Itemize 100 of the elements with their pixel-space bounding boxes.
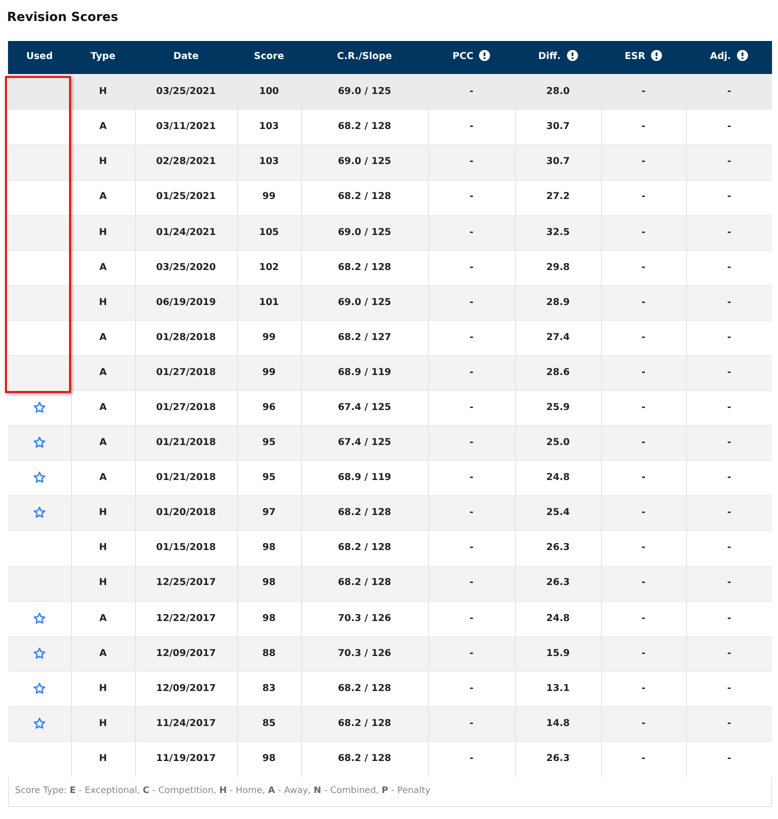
table-cell: H: [71, 706, 135, 742]
table-cell: -: [428, 426, 515, 461]
table-cell: 103: [237, 144, 301, 180]
table-cell: -: [686, 74, 772, 110]
table-cell: -: [428, 496, 515, 531]
table-cell: -: [601, 636, 686, 672]
table-cell: H: [71, 496, 135, 531]
table-cell: H: [71, 215, 135, 250]
table-cell: 25.4: [515, 496, 601, 531]
table-cell: -: [686, 566, 772, 602]
table-cell: H: [71, 566, 135, 602]
info-icon[interactable]: [737, 50, 748, 62]
table-cell: -: [601, 215, 686, 250]
table-cell: -: [601, 356, 686, 391]
table-cell: -: [686, 426, 772, 461]
table-cell: 25.0: [515, 426, 601, 461]
table-cell: 85: [237, 706, 301, 742]
table-cell: H: [71, 74, 135, 110]
table-cell: 99: [237, 356, 301, 391]
table-cell: -: [428, 74, 515, 110]
table-cell: 28.0: [515, 74, 601, 110]
table-cell: 101: [237, 285, 301, 320]
info-icon[interactable]: [479, 50, 490, 62]
table-cell: 11/24/2017: [135, 706, 237, 742]
column-header: ESR: [601, 40, 686, 75]
table-cell: A: [71, 636, 135, 672]
table-cell: 95: [237, 426, 301, 461]
star-icon[interactable]: [32, 436, 46, 450]
table-cell: 68.2 / 128: [301, 496, 428, 531]
table-cell: -: [601, 566, 686, 602]
table-cell: 69.0 / 125: [301, 74, 428, 110]
table-cell: 15.9: [515, 636, 601, 672]
table-cell: 01/27/2018: [135, 356, 237, 391]
column-header: Adj.: [686, 40, 772, 75]
table-cell: 68.9 / 119: [301, 356, 428, 391]
table-cell: H: [71, 742, 135, 777]
table-cell: -: [686, 215, 772, 250]
table-cell: -: [686, 636, 772, 672]
table-cell: 14.8: [515, 706, 601, 742]
table-cell: -: [686, 144, 772, 180]
table-cell: 32.5: [515, 215, 601, 250]
table-cell: -: [686, 706, 772, 742]
column-header: Date: [135, 40, 237, 75]
table-cell: 105: [237, 215, 301, 250]
table-cell: 88: [237, 636, 301, 672]
table-cell: -: [428, 636, 515, 672]
star-icon[interactable]: [32, 716, 46, 730]
star-icon[interactable]: [32, 682, 46, 695]
table-cell: -: [428, 706, 515, 742]
column-header: Score: [237, 40, 301, 75]
star-icon[interactable]: [32, 612, 46, 625]
table-cell: -: [428, 566, 515, 602]
table-cell: 06/19/2019: [135, 285, 237, 320]
info-icon[interactable]: [651, 50, 662, 62]
table-cell: -: [686, 356, 772, 391]
table-cell: 30.7: [515, 144, 601, 180]
table-cell: 28.9: [515, 285, 601, 320]
table-cell: -: [686, 742, 772, 777]
table-cell: 69.0 / 125: [301, 215, 428, 250]
star-icon[interactable]: [32, 471, 46, 484]
star-icon[interactable]: [32, 400, 46, 414]
table-cell: 100: [237, 74, 301, 110]
column-header: Diff.: [515, 40, 601, 75]
table-cell: -: [601, 742, 686, 777]
table-cell: A: [71, 426, 135, 461]
table-cell: -: [601, 706, 686, 742]
table-cell: 98: [237, 566, 301, 602]
table-cell: -: [601, 496, 686, 531]
star-icon[interactable]: [32, 506, 46, 520]
table-cell: 01/21/2018: [135, 426, 237, 461]
star-icon[interactable]: [32, 646, 46, 660]
table-cell: -: [428, 356, 515, 391]
table-cell: 67.4 / 125: [301, 426, 428, 461]
table-cell: 68.2 / 128: [301, 706, 428, 742]
column-header: Type: [71, 40, 135, 75]
table-cell: -: [601, 285, 686, 320]
table-cell: 68.2 / 128: [301, 742, 428, 777]
legend-text: Score Type: E - Exceptional, C - Competition, H - Home, A - Away, N - Combined, P - Penalty: [8, 776, 772, 808]
table-cell: 26.3: [515, 742, 601, 777]
info-icon[interactable]: [566, 50, 578, 62]
table-cell: 69.0 / 125: [301, 285, 428, 320]
table-cell: -: [601, 74, 686, 110]
table-cell: 69.0 / 125: [301, 144, 428, 180]
table-cell: 26.3: [515, 566, 601, 602]
table-cell: -: [686, 285, 772, 320]
table-cell: 02/28/2021: [135, 144, 237, 180]
table-cell: 12/25/2017: [135, 566, 237, 602]
table-cell: -: [601, 426, 686, 461]
table-cell: 28.6: [515, 356, 601, 391]
table-cell: -: [601, 144, 686, 180]
table-cell: 70.3 / 126: [301, 636, 428, 672]
table-cell: 11/19/2017: [135, 742, 237, 777]
column-header: Used: [8, 40, 71, 75]
table-cell: 03/25/2021: [135, 74, 237, 110]
table-cell: -: [686, 496, 772, 531]
table-cell: -: [428, 215, 515, 250]
column-header: PCC: [428, 40, 515, 75]
table-cell: 01/20/2018: [135, 496, 237, 531]
table-cell: 97: [237, 496, 301, 531]
table-cell: -: [428, 144, 515, 180]
